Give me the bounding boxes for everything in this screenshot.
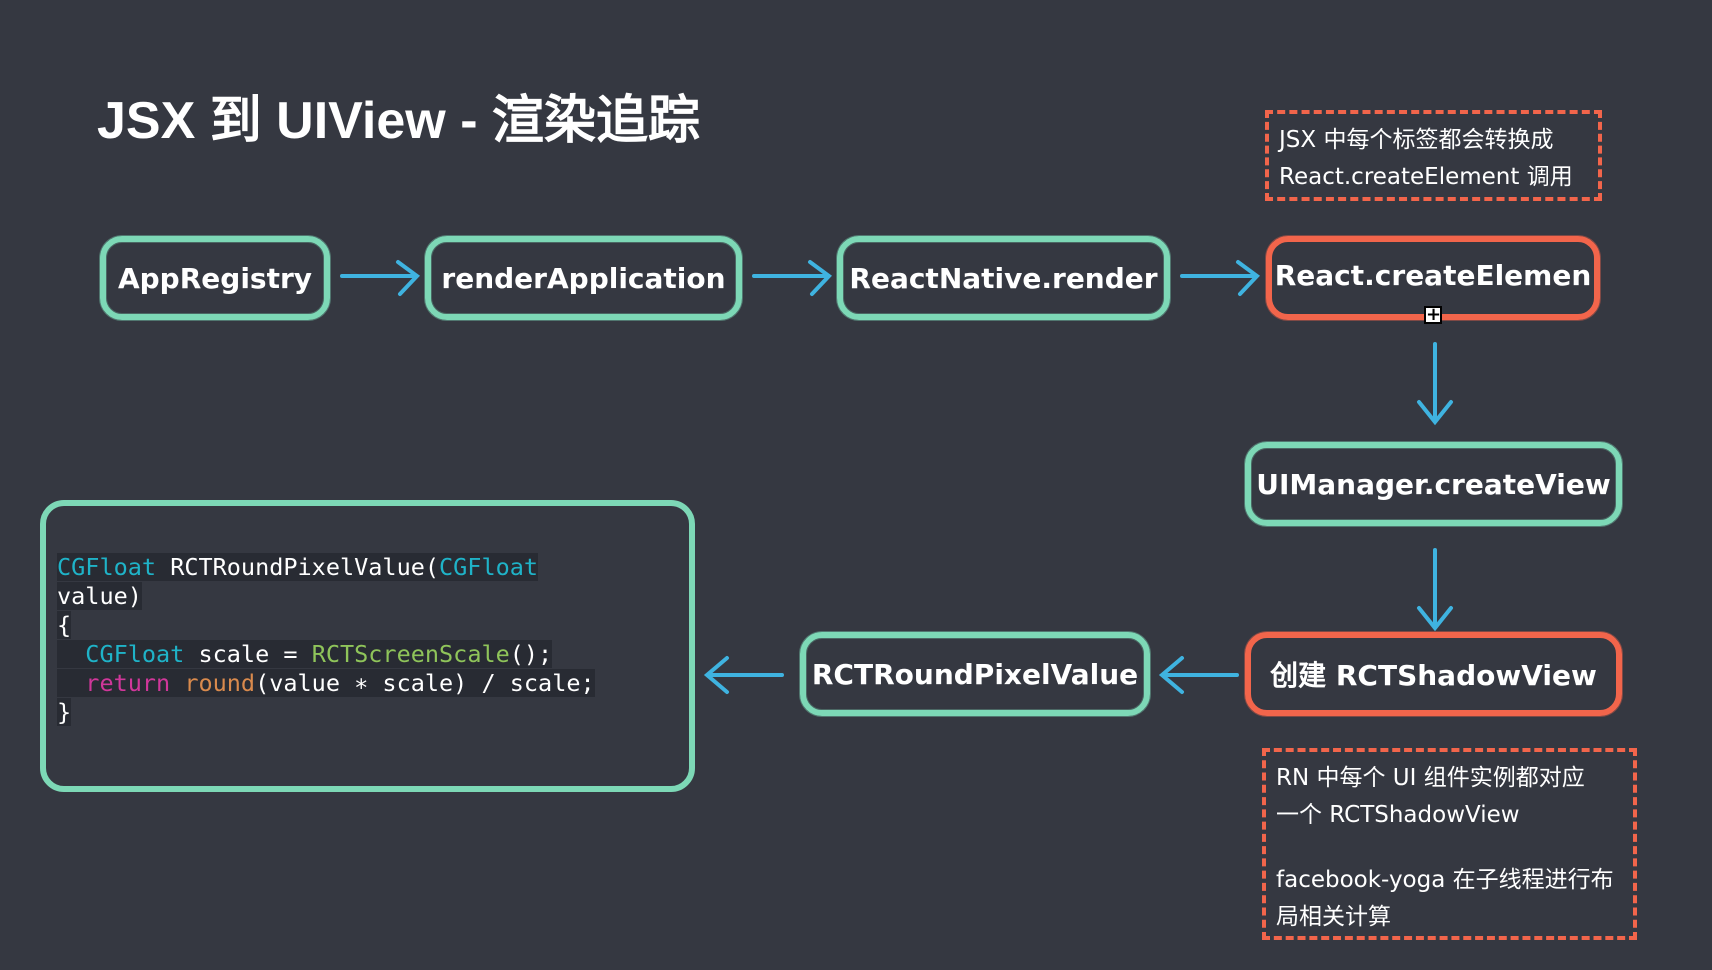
arrow-left-icon — [1158, 656, 1239, 694]
arrow-left-icon — [703, 656, 784, 694]
arrows — [340, 260, 1453, 694]
arrow-right-icon — [1180, 260, 1261, 296]
arrow-down-icon — [1417, 342, 1453, 426]
arrow-down-icon — [1417, 548, 1453, 632]
arrow-right-icon — [340, 260, 421, 296]
arrow-right-icon — [752, 260, 833, 296]
